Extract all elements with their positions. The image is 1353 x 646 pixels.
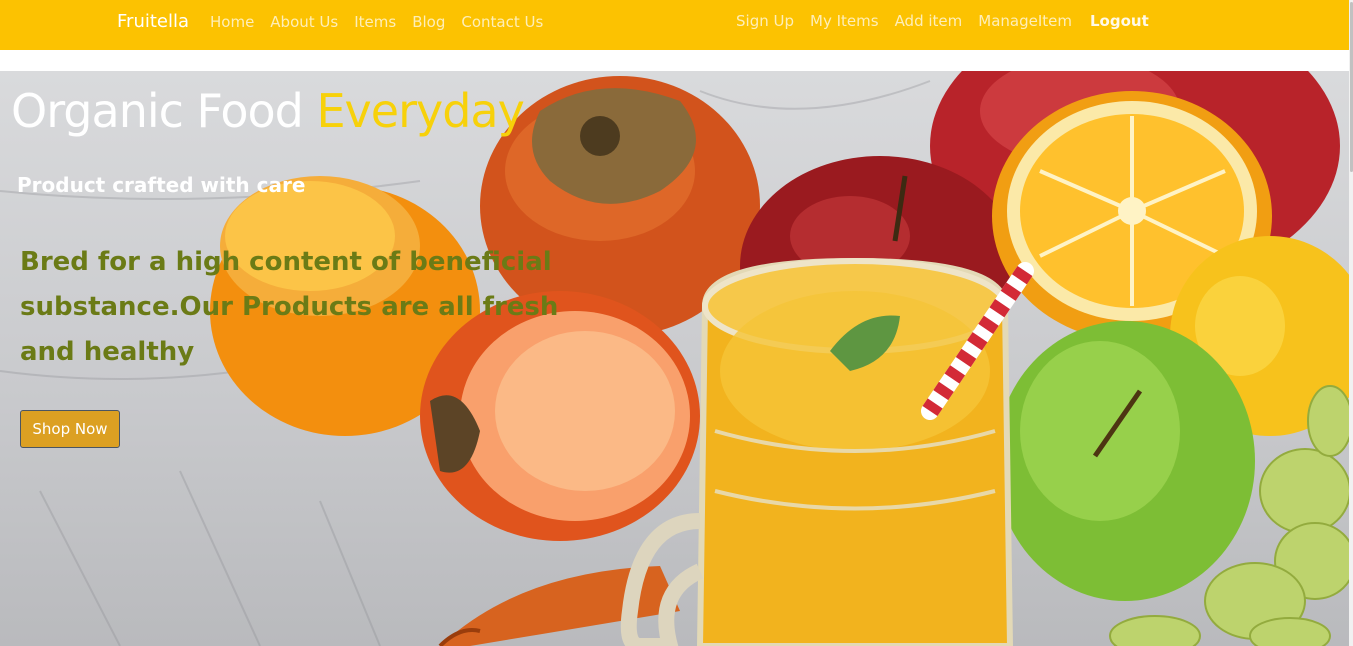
nav-link-my-items[interactable]: My Items — [810, 12, 879, 30]
nav-left-links: Home About Us Items Blog Contact Us — [210, 13, 559, 31]
hero-banner: Organic Food Everyday Product crafted wi… — [0, 71, 1349, 646]
nav-link-home[interactable]: Home — [210, 13, 254, 31]
nav-link-manage-item[interactable]: ManageItem — [978, 12, 1072, 30]
nav-link-blog[interactable]: Blog — [412, 13, 445, 31]
nav-link-about-us[interactable]: About Us — [270, 13, 338, 31]
top-navbar: Fruitella Home About Us Items Blog Conta… — [0, 0, 1349, 50]
apple-green — [995, 321, 1255, 601]
hero-description: Bred for a high content of beneficial su… — [20, 247, 559, 367]
nav-link-items[interactable]: Items — [354, 13, 396, 31]
hero-subtitle: Product crafted with care — [17, 173, 306, 197]
logout-link[interactable]: Logout — [1090, 12, 1149, 30]
nav-link-sign-up[interactable]: Sign Up — [736, 12, 794, 30]
hero-title-accent: Everyday — [316, 84, 524, 138]
brand-logo[interactable]: Fruitella — [117, 11, 189, 32]
nav-right-links: Sign Up My Items Add item ManageItem Log… — [736, 12, 1165, 30]
navbar-spacer — [0, 50, 1349, 71]
hero-title-main: Organic Food — [11, 84, 317, 138]
nav-link-add-item[interactable]: Add item — [895, 12, 963, 30]
shop-now-button[interactable]: Shop Now — [20, 410, 120, 448]
hero-title: Organic Food Everyday — [11, 84, 525, 138]
nav-link-contact-us[interactable]: Contact Us — [461, 13, 543, 31]
